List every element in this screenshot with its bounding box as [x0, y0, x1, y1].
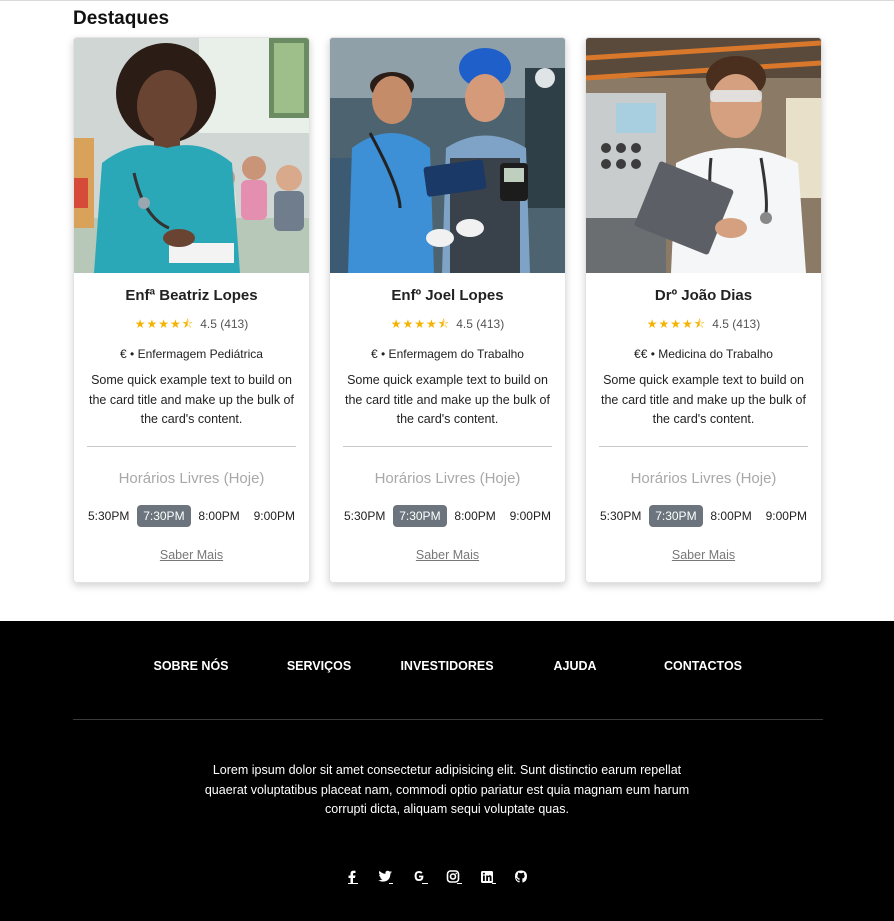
linkedin-icon[interactable] — [480, 870, 496, 886]
card-description: Some quick example text to build on the … — [89, 373, 294, 426]
time-slot-selected[interactable]: 7:30PM — [393, 505, 447, 527]
time-slot-selected[interactable]: 7:30PM — [649, 505, 703, 527]
rating-value: 4.5 (413) — [456, 317, 505, 331]
facebook-icon[interactable] — [345, 870, 361, 886]
time-slot-selected[interactable]: 7:30PM — [137, 505, 191, 527]
card-specialty: € • Enfermagem do Trabalho — [371, 347, 524, 361]
footer-nav: SOBRE NÓS SERVIÇOS INVESTIDORES AJUDA CO… — [0, 659, 894, 679]
time-slot[interactable]: 9:00PM — [504, 505, 557, 527]
more-link[interactable]: Saber Mais — [586, 548, 821, 562]
professional-card: Drº João Dias ★★★★⯪ 4.5 (413) €€ • Medici… — [585, 37, 822, 583]
card-divider — [343, 446, 552, 447]
social-links — [340, 870, 540, 888]
time-slot[interactable]: 9:00PM — [760, 505, 813, 527]
card-specialty: €€ • Medicina do Trabalho — [634, 347, 773, 361]
site-footer: SOBRE NÓS SERVIÇOS INVESTIDORES AJUDA CO… — [0, 621, 894, 921]
rating-value: 4.5 (413) — [200, 317, 249, 331]
slots-title: Horários Livres (Hoje) — [630, 470, 777, 487]
time-slot[interactable]: 5:30PM — [338, 505, 391, 527]
time-slot[interactable]: 5:30PM — [594, 505, 647, 527]
card-rating: ★★★★⯪ 4.5 (413) — [586, 315, 821, 336]
footer-link-investors[interactable]: INVESTIDORES — [400, 659, 493, 673]
footer-link-about[interactable]: SOBRE NÓS — [153, 659, 228, 673]
card-rating: ★★★★⯪ 4.5 (413) — [74, 315, 309, 336]
google-icon[interactable] — [412, 870, 428, 886]
footer-divider — [73, 719, 823, 720]
github-icon[interactable] — [514, 870, 530, 886]
card-title: Enfª Beatriz Lopes — [125, 287, 258, 304]
time-slots: 5:30PM 7:30PM 8:00PM 9:00PM — [82, 504, 301, 528]
card-specialty: € • Enfermagem Pediátrica — [120, 347, 263, 361]
star-rating-icon: ★★★★⯪ — [646, 317, 707, 331]
card-divider — [87, 446, 296, 447]
more-link[interactable]: Saber Mais — [74, 548, 309, 562]
time-slot[interactable]: 8:00PM — [448, 505, 501, 527]
card-description: Some quick example text to build on the … — [601, 373, 806, 426]
card-photo-nurse-pediatric — [74, 38, 309, 273]
time-slots: 5:30PM 7:30PM 8:00PM 9:00PM — [594, 504, 813, 528]
card-photo-occupational-nurse — [330, 38, 565, 273]
footer-link-help[interactable]: AJUDA — [553, 659, 596, 673]
card-divider — [599, 446, 808, 447]
star-rating-icon: ★★★★⯪ — [134, 317, 195, 331]
footer-link-contacts[interactable]: CONTACTOS — [664, 659, 742, 673]
card-title: Drº João Dias — [654, 287, 753, 304]
rating-value: 4.5 (413) — [712, 317, 761, 331]
professional-card: Enfº Joel Lopes ★★★★⯪ 4.5 (413) € • Enfer… — [329, 37, 566, 583]
card-title: Enfº Joel Lopes — [391, 287, 504, 304]
more-link[interactable]: Saber Mais — [330, 548, 565, 562]
top-divider — [0, 0, 894, 1]
card-photo-occupational-doctor — [586, 38, 821, 273]
time-slot[interactable]: 8:00PM — [192, 505, 245, 527]
slots-title: Horários Livres (Hoje) — [374, 470, 521, 487]
section-title: Destaques — [73, 8, 170, 29]
card-description: Some quick example text to build on the … — [345, 373, 550, 426]
featured-cards: Enfª Beatriz Lopes ★★★★⯪ 4.5 (413) € • En… — [73, 37, 823, 583]
professional-card: Enfª Beatriz Lopes ★★★★⯪ 4.5 (413) € • En… — [73, 37, 310, 583]
instagram-icon[interactable] — [446, 870, 462, 886]
footer-text: Lorem ipsum dolor sit amet consectetur a… — [204, 763, 690, 816]
footer-link-services[interactable]: SERVIÇOS — [287, 659, 351, 673]
time-slot[interactable]: 9:00PM — [248, 505, 301, 527]
time-slot[interactable]: 5:30PM — [82, 505, 135, 527]
time-slots: 5:30PM 7:30PM 8:00PM 9:00PM — [338, 504, 557, 528]
card-rating: ★★★★⯪ 4.5 (413) — [330, 315, 565, 336]
twitter-icon[interactable] — [377, 870, 393, 886]
slots-title: Horários Livres (Hoje) — [118, 470, 265, 487]
time-slot[interactable]: 8:00PM — [704, 505, 757, 527]
star-rating-icon: ★★★★⯪ — [390, 317, 451, 331]
